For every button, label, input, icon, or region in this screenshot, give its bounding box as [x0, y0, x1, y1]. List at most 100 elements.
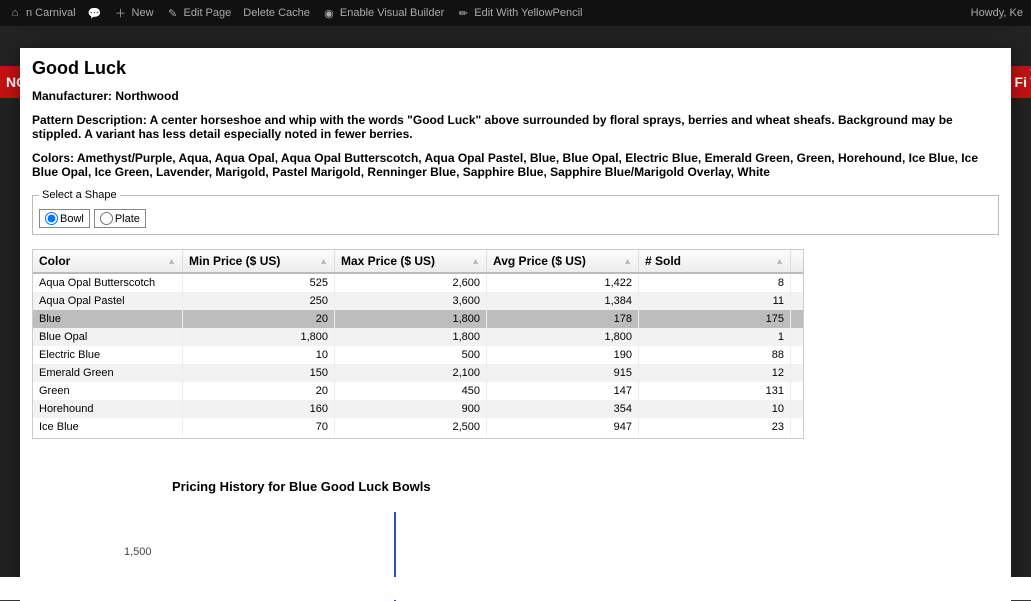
adminbar-visual-builder-label: Enable Visual Builder	[340, 7, 444, 19]
table-row[interactable]: Horehound16090035410	[33, 400, 803, 418]
adminbar-yellow-pencil[interactable]: ✏ Edit With YellowPencil	[456, 6, 582, 20]
cell-avg: 1,422	[487, 274, 639, 292]
sort-icon: ▲	[775, 256, 784, 266]
shape-plate-option[interactable]: Plate	[94, 209, 146, 228]
adminbar-delete-cache[interactable]: Delete Cache	[243, 7, 310, 19]
col-header-min-label: Min Price ($ US)	[189, 254, 280, 268]
cell-avg: 1,384	[487, 292, 639, 310]
manufacturer-line: Manufacturer: Northwood	[32, 89, 999, 103]
cell-sold: 23	[639, 418, 791, 436]
cell-avg: 915	[487, 364, 639, 382]
chart-ytick-1500: 1,500	[124, 546, 152, 558]
shape-plate-radio[interactable]	[100, 212, 113, 225]
cell-min: 20	[183, 382, 335, 400]
table-row[interactable]: Emerald Green1502,10091512	[33, 364, 803, 382]
col-header-color-label: Color	[39, 254, 70, 268]
cell-sold: 10	[639, 400, 791, 418]
cell-color: Blue Opal	[33, 328, 183, 346]
col-header-avg[interactable]: Avg Price ($ US) ▲	[487, 250, 639, 272]
cell-min: 1,800	[183, 328, 335, 346]
cell-avg: 947	[487, 418, 639, 436]
divi-icon: ◉	[322, 6, 336, 20]
table-row[interactable]: Green20450147131	[33, 382, 803, 400]
chart-title: Pricing History for Blue Good Luck Bowls	[142, 479, 999, 494]
adminbar-edit-page[interactable]: ✎ Edit Page	[166, 6, 232, 20]
cell-min: 150	[183, 364, 335, 382]
cell-max: 2,100	[335, 364, 487, 382]
col-header-avg-label: Avg Price ($ US)	[493, 254, 586, 268]
cell-max: 2,500	[335, 418, 487, 436]
adminbar-site-name[interactable]: ⌂ n Carnival	[8, 6, 76, 20]
cell-min: 20	[183, 310, 335, 328]
cell-min: 70	[183, 418, 335, 436]
cell-color: Ice Blue	[33, 418, 183, 436]
cell-color: Emerald Green	[33, 364, 183, 382]
modal-scroll-area[interactable]: Good Luck Manufacturer: Northwood Patter…	[20, 48, 1011, 601]
cell-sold: 8	[639, 274, 791, 292]
pattern-modal: Good Luck Manufacturer: Northwood Patter…	[20, 48, 1011, 601]
col-header-max[interactable]: Max Price ($ US) ▲	[335, 250, 487, 272]
adminbar-visual-builder[interactable]: ◉ Enable Visual Builder	[322, 6, 444, 20]
col-header-color[interactable]: Color ▲	[33, 250, 183, 272]
table-row[interactable]: Ice Blue702,50094723	[33, 418, 803, 436]
comment-icon: 💬	[88, 6, 102, 20]
colors-text: Amethyst/Purple, Aqua, Aqua Opal, Aqua O…	[32, 151, 978, 179]
pattern-description-line: Pattern Description: A center horseshoe …	[32, 113, 999, 141]
sort-icon: ▲	[167, 256, 176, 266]
cell-sold: 88	[639, 346, 791, 364]
adminbar-new-label: New	[132, 7, 154, 19]
cell-color: Blue	[33, 310, 183, 328]
table-row[interactable]: Aqua Opal Pastel2503,6001,38411	[33, 292, 803, 310]
table-row[interactable]: Blue Opal1,8001,8001,8001	[33, 328, 803, 346]
col-header-sold[interactable]: # Sold ▲	[639, 250, 791, 272]
sort-icon: ▲	[319, 256, 328, 266]
shape-bowl-option[interactable]: Bowl	[39, 209, 90, 228]
cell-color: Green	[33, 382, 183, 400]
pattern-text: A center horseshoe and whip with the wor…	[32, 113, 953, 141]
cell-sold: 11	[639, 292, 791, 310]
shape-bowl-radio[interactable]	[45, 212, 58, 225]
pencil2-icon: ✏	[456, 6, 470, 20]
cell-min: 160	[183, 400, 335, 418]
cell-avg: 147	[487, 382, 639, 400]
cell-color: Aqua Opal Butterscotch	[33, 274, 183, 292]
manufacturer-label: Manufacturer:	[32, 89, 112, 103]
adminbar-edit-page-label: Edit Page	[184, 7, 232, 19]
cell-max: 1,800	[335, 310, 487, 328]
pricing-table: Color ▲ Min Price ($ US) ▲ Max Price ($ …	[32, 249, 804, 439]
cell-min: 10	[183, 346, 335, 364]
cell-min: 250	[183, 292, 335, 310]
plus-icon: ＋	[114, 6, 128, 20]
cell-sold: 1	[639, 328, 791, 346]
adminbar-comments[interactable]: 💬	[88, 6, 102, 20]
adminbar-howdy[interactable]: Howdy, Ke	[971, 7, 1023, 19]
cell-color: Aqua Opal Pastel	[33, 292, 183, 310]
table-body-scroll[interactable]: Aqua Opal Butterscotch5252,6001,4228Aqua…	[33, 274, 803, 436]
pencil-icon: ✎	[166, 6, 180, 20]
adminbar-delete-cache-label: Delete Cache	[243, 7, 310, 19]
table-row[interactable]: Aqua Opal Butterscotch5252,6001,4228	[33, 274, 803, 292]
cell-max: 2,600	[335, 274, 487, 292]
cell-color: Horehound	[33, 400, 183, 418]
cell-max: 1,800	[335, 328, 487, 346]
manufacturer-value: Northwood	[115, 89, 178, 103]
sort-icon: ▲	[471, 256, 480, 266]
page-backdrop: NCAR Fi X Good Luck Manufacturer: Northw…	[0, 26, 1031, 600]
table-row[interactable]: Blue201,800178175	[33, 310, 803, 328]
colors-line: Colors: Amethyst/Purple, Aqua, Aqua Opal…	[32, 151, 999, 179]
shape-plate-label: Plate	[115, 213, 140, 225]
adminbar-new[interactable]: ＋ New	[114, 6, 154, 20]
table-row[interactable]: Electric Blue1050019088	[33, 346, 803, 364]
home-icon: ⌂	[8, 6, 22, 20]
shape-fieldset: Select a Shape Bowl Plate	[32, 189, 999, 235]
shape-bowl-label: Bowl	[60, 213, 84, 225]
col-header-min[interactable]: Min Price ($ US) ▲	[183, 250, 335, 272]
cell-avg: 178	[487, 310, 639, 328]
cell-min: 525	[183, 274, 335, 292]
adminbar-yellow-pencil-label: Edit With YellowPencil	[474, 7, 582, 19]
pattern-label: Pattern Description:	[32, 113, 147, 127]
col-header-sold-label: # Sold	[645, 254, 681, 268]
table-header-row: Color ▲ Min Price ($ US) ▲ Max Price ($ …	[33, 250, 803, 274]
wp-admin-bar: ⌂ n Carnival 💬 ＋ New ✎ Edit Page Delete …	[0, 0, 1031, 26]
adminbar-site-label: n Carnival	[26, 7, 76, 19]
